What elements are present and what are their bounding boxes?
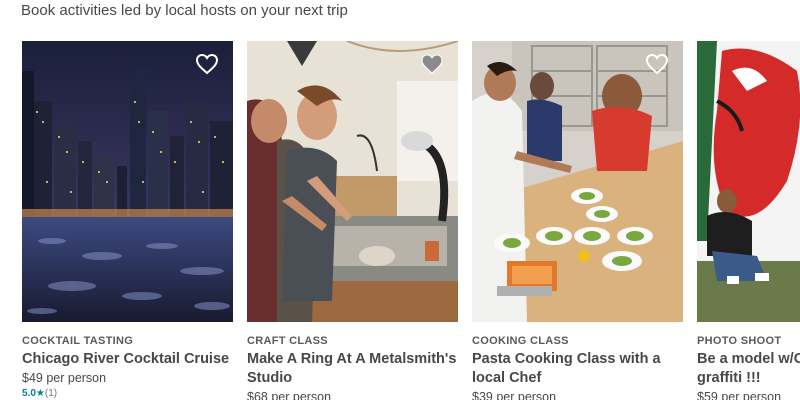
rating-score: 5.0	[22, 388, 36, 399]
experience-price: $59 per person	[697, 390, 782, 400]
experience-category: COCKTAIL TASTING	[22, 335, 134, 347]
experience-category: PHOTO SHOOT	[697, 335, 782, 347]
experience-photo[interactable]	[697, 41, 800, 322]
graffiti-wall-photo	[697, 41, 800, 322]
experience-price: $68 per person	[247, 390, 332, 400]
experience-photo[interactable]	[247, 41, 458, 322]
experience-title[interactable]: Be a model w/C graffiti !!!	[697, 350, 800, 388]
favorite-heart-icon[interactable]	[645, 53, 669, 75]
experiences-section: Book activities led by local hosts on yo…	[0, 0, 800, 400]
experience-rating: 5.0★(1)	[22, 388, 233, 399]
experience-title[interactable]: Make A Ring At A Metalsmith's Studio	[247, 350, 458, 388]
favorite-heart-icon[interactable]	[195, 53, 219, 75]
experience-category: CRAFT CLASS	[247, 335, 328, 347]
experience-photo[interactable]	[22, 41, 233, 322]
experience-price: $49 per person	[22, 371, 107, 385]
favorite-heart-icon[interactable]	[420, 53, 444, 75]
night-city-river-photo	[22, 41, 233, 322]
experience-title[interactable]: Chicago River Cocktail Cruise	[22, 350, 233, 369]
experience-card[interactable]: PHOTO SHOOT Be a model w/C graffiti !!! …	[697, 41, 800, 400]
section-subtitle: Book activities led by local hosts on yo…	[21, 2, 348, 19]
experience-photo[interactable]	[472, 41, 683, 322]
star-icon: ★	[35, 388, 45, 399]
experience-category: COOKING CLASS	[472, 335, 569, 347]
experience-card[interactable]: CRAFT CLASS Make A Ring At A Metalsmith'…	[247, 41, 458, 400]
experience-card[interactable]: COCKTAIL TASTING Chicago River Cocktail …	[22, 41, 233, 399]
pasta-kitchen-photo	[472, 41, 683, 322]
experience-price: $39 per person	[472, 390, 557, 400]
experience-title[interactable]: Pasta Cooking Class with a local Chef	[472, 350, 683, 388]
metalsmith-workshop-photo	[247, 41, 458, 322]
experience-card[interactable]: COOKING CLASS Pasta Cooking Class with a…	[472, 41, 683, 400]
rating-count: (1)	[44, 388, 58, 399]
